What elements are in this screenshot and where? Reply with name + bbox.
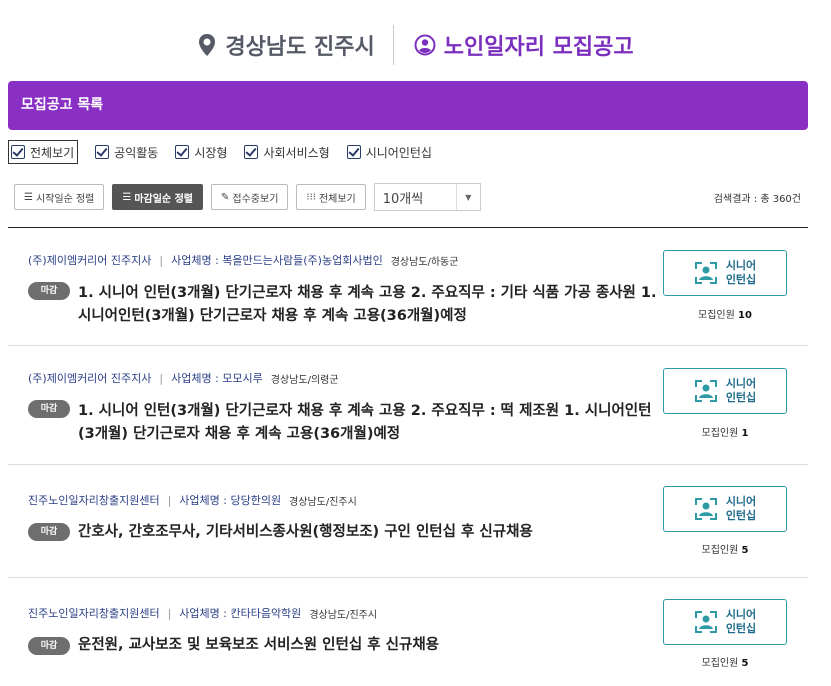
- user-circle-icon: [414, 34, 436, 56]
- sort-start-button[interactable]: ☰ 시작일순 정렬: [14, 184, 105, 210]
- filter-social-service[interactable]: 사회서비스형: [244, 140, 330, 164]
- listing-meta: 진주노인일자리창출지원센터 | 사업체명 : 칸타타음악학원 경상남도/진주시: [28, 605, 377, 621]
- category-filters: 전체보기 공익활동 시장형 사회서비스형 시니어인턴십: [8, 140, 449, 164]
- internship-label: 시니어 인턴십: [725, 608, 757, 635]
- internship-label: 시니어 인턴십: [725, 259, 757, 286]
- title-text: 노인일자리 모집공고: [443, 35, 634, 60]
- view-all-button[interactable]: ⁝⁝⁝ 전체보기: [296, 184, 366, 210]
- company-name[interactable]: (주)제이엠커리어 진주지사: [28, 252, 151, 268]
- business-name[interactable]: 사업체명 : 칸타타음악학원: [179, 605, 301, 621]
- person-scan-icon: [694, 380, 717, 402]
- filter-label: 시장형: [194, 145, 228, 160]
- listing-title[interactable]: 운전원, 교사보조 및 보육보조 서비스원 인턴십 후 신규채용: [78, 634, 668, 657]
- result-count: 검색결과 : 총 360건: [713, 194, 801, 205]
- recruit-count: 모집인원 10: [698, 310, 752, 321]
- filter-all[interactable]: 전체보기: [8, 140, 79, 164]
- list-icon: ☰: [24, 191, 33, 203]
- filter-label: 시니어인턴십: [365, 145, 432, 160]
- region-text: 경상남도/의령군: [270, 374, 339, 386]
- filter-label: 공익활동: [114, 145, 159, 160]
- filter-label: 사회서비스형: [263, 145, 330, 160]
- pencil-icon: ✎: [221, 191, 230, 203]
- checkbox-checked-icon[interactable]: [11, 145, 25, 159]
- sort-start-label: 시작일순 정렬: [35, 193, 95, 205]
- meta-separator: |: [159, 253, 164, 267]
- filter-label: 전체보기: [30, 145, 75, 160]
- page-header: 경상남도 진주시 노인일자리 모집공고: [0, 20, 831, 70]
- region-text: 경상남도/하동군: [390, 256, 459, 268]
- internship-label: 시니어 인턴십: [725, 495, 757, 522]
- list-item: 진주노인일자리창출지원센터 | 사업체명 : 칸타타음악학원 경상남도/진주시 …: [8, 578, 808, 686]
- location-heading: 경상남도 진주시: [197, 29, 392, 61]
- grid-icon: ⁝⁝⁝: [306, 191, 316, 203]
- caret-down-icon[interactable]: ▼: [455, 184, 480, 210]
- senior-internship-button[interactable]: 시니어 인턴십: [663, 486, 787, 532]
- recruit-count: 모집인원 1: [701, 428, 749, 439]
- accepting-button[interactable]: ✎ 접수중보기: [211, 184, 289, 210]
- sort-deadline-button[interactable]: ☰ 마감일순 정렬: [112, 184, 204, 210]
- listing-title[interactable]: 1. 시니어 인턴(3개월) 단기근로자 채용 후 계속 고용 2. 주요직무 …: [78, 282, 668, 328]
- filter-senior-internship[interactable]: 시니어인턴십: [346, 140, 432, 164]
- company-name[interactable]: 진주노인일자리창출지원센터: [28, 605, 160, 621]
- listing-meta: (주)제이엠커리어 진주지사 | 사업체명 : 모모시루 경상남도/의령군: [28, 370, 339, 386]
- senior-internship-button[interactable]: 시니어 인턴십: [663, 368, 787, 414]
- checkbox-checked-icon[interactable]: [346, 145, 361, 159]
- person-scan-icon: [694, 262, 717, 284]
- filter-market-type[interactable]: 시장형: [175, 140, 227, 164]
- sort-deadline-label: 마감일순 정렬: [134, 193, 194, 205]
- map-pin-icon: [197, 33, 217, 57]
- page-size-select[interactable]: 10개씩 ▼: [373, 183, 481, 211]
- accepting-label: 접수중보기: [232, 193, 279, 205]
- list-item: (주)제이엠커리어 진주지사 | 사업체명 : 모모시루 경상남도/의령군 마감…: [8, 346, 808, 465]
- business-name[interactable]: 사업체명 : 모모시루: [171, 370, 263, 386]
- location-text: 경상남도 진주시: [225, 35, 375, 60]
- list-toolbar: ☰ 시작일순 정렬 ☰ 마감일순 정렬 ✎ 접수중보기 ⁝⁝⁝ 전체보기 10개…: [14, 183, 481, 211]
- region-text: 경상남도/진주시: [289, 496, 357, 508]
- status-badge: 마감: [28, 400, 70, 418]
- internship-label: 시니어 인턴십: [725, 377, 757, 404]
- meta-separator: |: [167, 493, 172, 507]
- page-title: 노인일자리 모집공고: [394, 29, 634, 61]
- region-text: 경상남도/진주시: [309, 609, 378, 621]
- filter-public-activity[interactable]: 공익활동: [95, 140, 158, 164]
- list-item: 진주노인일자리창출지원센터 | 사업체명 : 당당한의원 경상남도/진주시 마감…: [8, 465, 808, 578]
- listing-meta: (주)제이엠커리어 진주지사 | 사업체명 : 복을만드는사람들(주)농업회사법…: [28, 252, 458, 268]
- checkbox-checked-icon[interactable]: [175, 145, 190, 159]
- person-scan-icon: [694, 498, 717, 520]
- view-all-label: 전체보기: [318, 193, 356, 205]
- status-badge: 마감: [28, 282, 70, 300]
- checkbox-checked-icon[interactable]: [95, 145, 110, 159]
- company-name[interactable]: 진주노인일자리창출지원센터: [28, 492, 160, 508]
- senior-internship-button[interactable]: 시니어 인턴십: [663, 250, 787, 296]
- business-name[interactable]: 사업체명 : 복을만드는사람들(주)농업회사법인: [171, 252, 383, 268]
- listing-meta: 진주노인일자리창출지원센터 | 사업체명 : 당당한의원 경상남도/진주시: [28, 492, 357, 508]
- meta-separator: |: [159, 371, 164, 385]
- list-icon: ☰: [122, 191, 132, 203]
- listing-title[interactable]: 1. 시니어 인턴(3개월) 단기근로자 채용 후 계속 고용 2. 주요직무 …: [78, 400, 668, 446]
- listing-title[interactable]: 간호사, 간호조무사, 기타서비스종사원(행정보조) 구인 인턴십 후 신규채용: [78, 521, 668, 544]
- person-scan-icon: [694, 611, 717, 633]
- list-item: (주)제이엠커리어 진주지사 | 사업체명 : 복을만드는사람들(주)농업회사법…: [8, 228, 808, 346]
- section-title-bar: 모집공고 목록: [8, 81, 808, 130]
- status-badge: 마감: [28, 637, 70, 655]
- page-size-value: 10개씩: [382, 191, 424, 207]
- company-name[interactable]: (주)제이엠커리어 진주지사: [28, 370, 151, 386]
- recruit-count: 모집인원 5: [701, 658, 749, 669]
- business-name[interactable]: 사업체명 : 당당한의원: [179, 492, 281, 508]
- checkbox-checked-icon[interactable]: [244, 145, 259, 159]
- senior-internship-button[interactable]: 시니어 인턴십: [663, 599, 787, 645]
- meta-separator: |: [167, 606, 172, 620]
- recruit-count: 모집인원 5: [701, 545, 749, 556]
- status-badge: 마감: [28, 523, 70, 541]
